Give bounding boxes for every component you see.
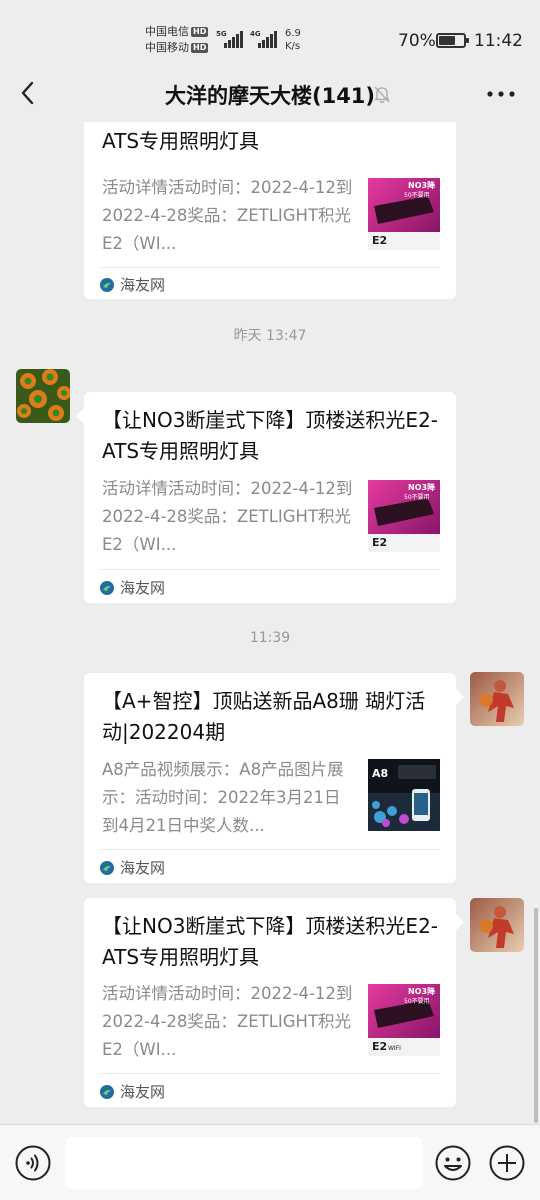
mute-bell-icon	[372, 84, 392, 104]
link-card-source: 海友网	[100, 1081, 165, 1102]
link-card-thumbnail: A8	[368, 759, 440, 831]
link-card-message[interactable]: 【让NO3断崖式下降】顶楼送积光E2-ATS专用照明灯具 活动详情活动时间：20…	[84, 898, 464, 1107]
message-input[interactable]	[66, 1137, 422, 1189]
link-card-message[interactable]: 【让NO3断崖式下降】顶楼送积光E2-ATS专用照明灯具 活动详情活动时间：20…	[84, 122, 456, 299]
message-timestamp: 11:39	[249, 630, 291, 646]
avatar[interactable]	[470, 672, 524, 726]
haiyou-logo-icon	[100, 580, 114, 595]
scrollbar[interactable]	[534, 908, 538, 1123]
message-timestamp: 昨天 13:47	[233, 328, 307, 344]
link-card-title: 【A+智控】顶贴送新品A8珊 瑚灯活动|202204期	[102, 689, 426, 744]
carrier-2: 中国移动	[145, 41, 189, 54]
link-card-source: 海友网	[100, 577, 165, 598]
link-card-thumbnail: NO3降 50不要用 E2	[368, 480, 440, 552]
hd-badge: HD	[191, 43, 209, 53]
battery-percent: 70%	[398, 31, 436, 51]
thumb-text: NO3降	[408, 482, 436, 492]
chat-header: 大洋的摩天大楼(141)	[0, 66, 540, 122]
carrier-info: 中国电信 HD 中国移动 HD	[145, 24, 209, 56]
thumb-label: E2	[372, 1040, 387, 1053]
source-name: 海友网	[120, 1083, 166, 1101]
link-card-title: 【让NO3断崖式下降】顶楼送积光E2-ATS专用照明灯具	[102, 408, 439, 463]
emoji-button[interactable]	[435, 1145, 471, 1181]
battery-fill	[439, 36, 456, 45]
input-bar	[0, 1124, 540, 1200]
thumb-label: E2	[372, 234, 387, 247]
link-card-source: 海友网	[100, 857, 165, 878]
plus-icon	[489, 1145, 525, 1181]
battery-icon	[436, 33, 469, 48]
card-divider	[100, 1073, 440, 1074]
status-time: 11:42	[474, 31, 523, 51]
voice-icon	[15, 1145, 51, 1181]
thumb-text: NO3降	[408, 986, 436, 996]
thumb-label: A8	[372, 767, 388, 780]
network-speed-value: 6.9	[285, 28, 301, 39]
thumb-text-2: 50不要用	[404, 494, 430, 501]
voice-button[interactable]	[15, 1145, 51, 1181]
network-speed: 6.9 K/s	[285, 27, 301, 53]
card-divider	[100, 569, 440, 570]
avatar[interactable]	[470, 898, 524, 952]
thumb-label-2: WIFI	[388, 1045, 401, 1052]
hd-badge: HD	[191, 27, 209, 37]
emoji-icon	[435, 1145, 471, 1181]
link-card-source: 海友网	[100, 274, 165, 295]
signal-4g-icon: 4G	[250, 30, 280, 48]
message-list[interactable]: 【让NO3断崖式下降】顶楼送积光E2-ATS专用照明灯具 活动详情活动时间：20…	[0, 122, 540, 1124]
carrier-1: 中国电信	[145, 25, 189, 38]
more-functions-button[interactable]	[489, 1145, 525, 1181]
avatar[interactable]	[16, 369, 70, 423]
link-card-description: A8产品视频展示：A8产品图片展示：活动时间：2022年3月21日到4月21日中…	[102, 760, 344, 835]
thumb-text-2: 50不要用	[404, 998, 430, 1005]
source-name: 海友网	[120, 859, 166, 877]
haiyou-logo-icon	[100, 1084, 114, 1099]
card-divider	[100, 849, 440, 850]
thumb-text: NO3降	[408, 180, 436, 190]
source-name: 海友网	[120, 276, 166, 294]
chat-title: 大洋的摩天大楼(141)	[164, 84, 376, 108]
source-name: 海友网	[120, 579, 166, 597]
link-card-thumbnail: NO3降 50不要用 E2 WIFI	[368, 984, 440, 1056]
card-divider	[100, 267, 440, 268]
bubble-arrow	[456, 914, 464, 930]
status-bar: 中国电信 HD 中国移动 HD 5G 4G 6.9 K/s 70% 11:42	[0, 0, 540, 66]
link-card-message[interactable]: 【A+智控】顶贴送新品A8珊 瑚灯活动|202204期 A8产品视频展示：A8产…	[84, 673, 464, 883]
link-card-message[interactable]: 【让NO3断崖式下降】顶楼送积光E2-ATS专用照明灯具 活动详情活动时间：20…	[76, 392, 456, 603]
bubble-arrow	[456, 689, 464, 705]
thumb-text-2: 50不要用	[404, 192, 430, 199]
link-card-thumbnail: NO3降 50不要用 E2	[368, 178, 440, 250]
link-card-description: 活动详情活动时间：2022-4-12到2022-4-28奖品：ZETLIGHT积…	[102, 984, 353, 1059]
link-card-description: 活动详情活动时间：2022-4-12到2022-4-28奖品：ZETLIGHT积…	[102, 178, 353, 253]
bubble-arrow	[76, 408, 84, 424]
more-button[interactable]	[484, 84, 518, 104]
link-card-title: 【让NO3断崖式下降】顶楼送积光E2-ATS专用照明灯具	[102, 129, 260, 153]
thumb-label: E2	[372, 536, 387, 549]
network-speed-unit: K/s	[285, 41, 301, 52]
haiyou-logo-icon	[100, 277, 114, 292]
link-card-title: 【让NO3断崖式下降】顶楼送积光E2-ATS专用照明灯具	[102, 914, 439, 969]
signal-5g-icon: 5G	[216, 30, 246, 48]
link-card-description: 活动详情活动时间：2022-4-12到2022-4-28奖品：ZETLIGHT积…	[102, 479, 353, 554]
haiyou-logo-icon	[100, 860, 114, 875]
more-dots-icon	[487, 91, 515, 97]
